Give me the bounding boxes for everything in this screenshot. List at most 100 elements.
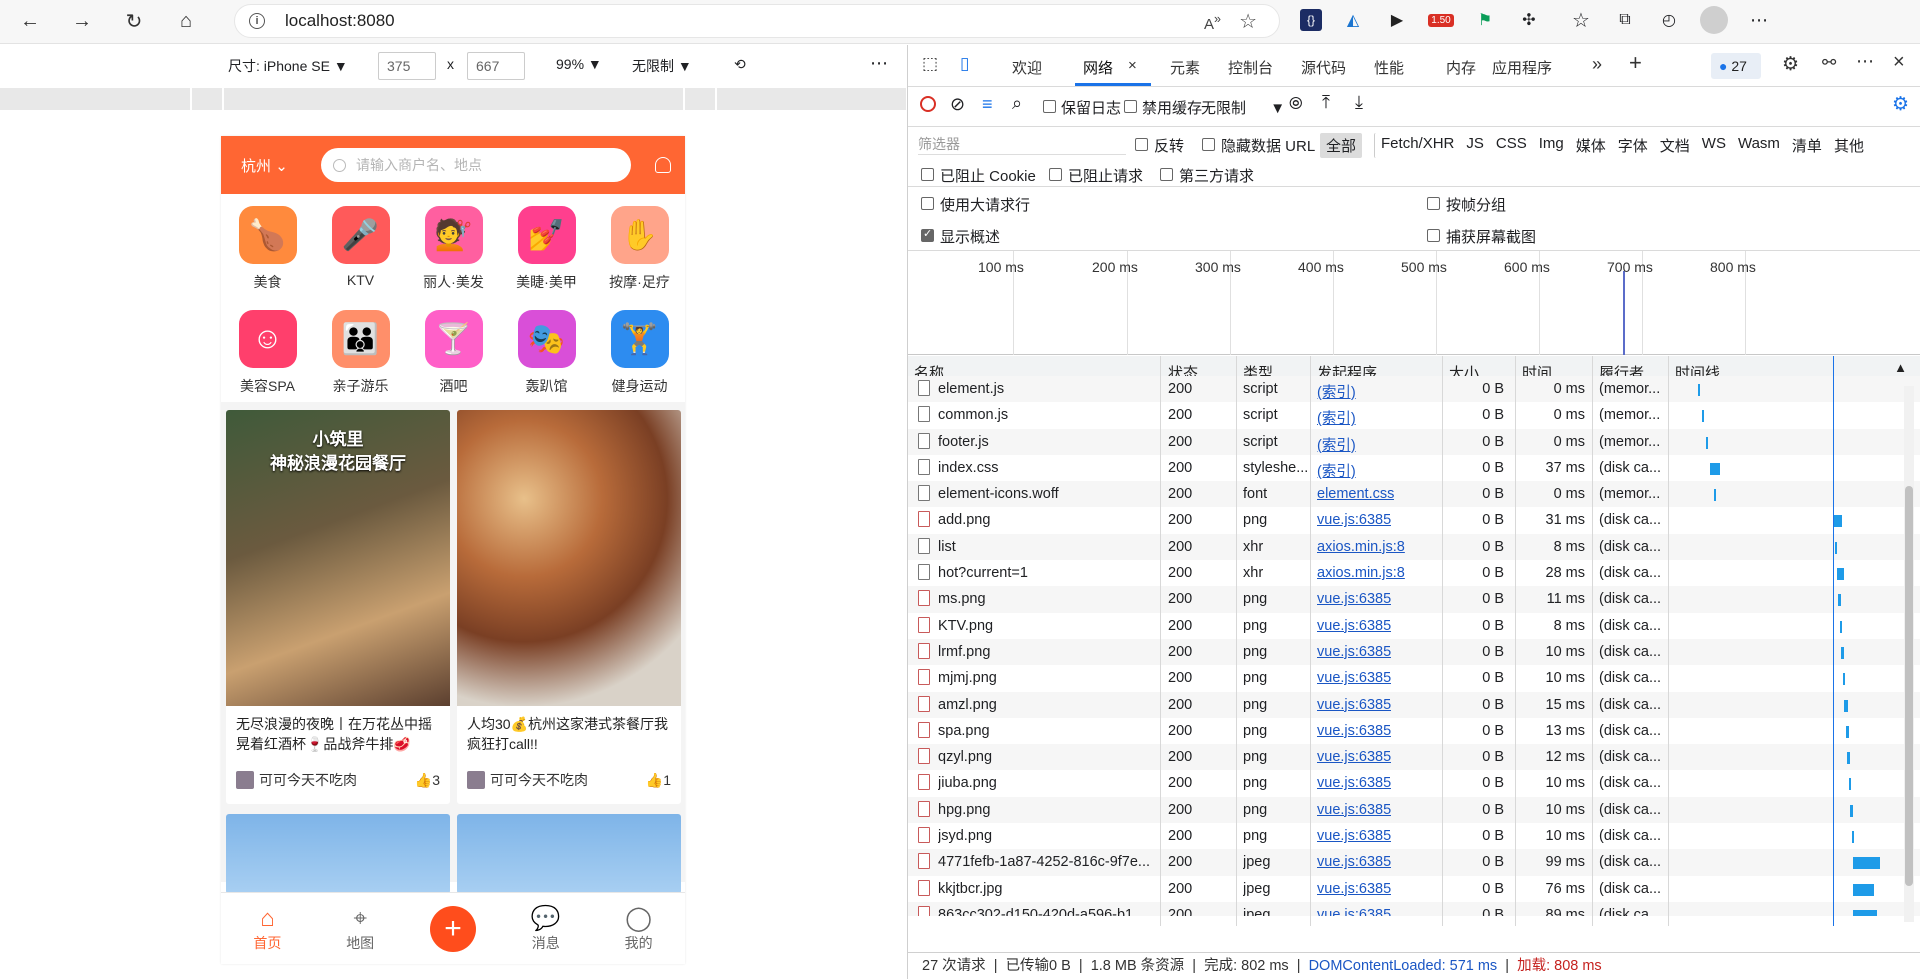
category-item[interactable]: 🎭 轰趴馆	[500, 304, 593, 408]
cell-initiator[interactable]: (索引)	[1317, 407, 1356, 428]
favorites-icon[interactable]: ☆	[1568, 7, 1594, 33]
preserve-log-checkbox[interactable]	[1043, 100, 1056, 113]
table-row[interactable]: amzl.png 200 png vue.js:6385 0 B 15 ms (disk c…	[908, 691, 1920, 718]
cell-initiator[interactable]: (索引)	[1317, 381, 1356, 402]
like-button[interactable]: 👍3	[415, 772, 440, 789]
extension-play-icon[interactable]: ▶	[1384, 7, 1410, 33]
table-row[interactable]: element-icons.woff 200 font element.css 0 B 0…	[908, 481, 1920, 508]
table-row[interactable]: 863cc302-d150-420d-a596-b1... 200 jpeg vue.…	[908, 901, 1920, 916]
width-input[interactable]: 375	[378, 52, 436, 80]
read-aloud-icon[interactable]: A»	[1204, 12, 1221, 33]
more-menu-icon[interactable]: ⋯	[1746, 7, 1772, 33]
close-icon[interactable]: ×	[1893, 51, 1905, 74]
network-overview[interactable]: 100 ms 200 ms 300 ms 400 ms 500 ms 600 ms 700 …	[908, 251, 1920, 355]
blog-card[interactable]: 人均30💰杭州这家港式茶餐厅我疯狂打call!! 可可今天不吃肉 👍1	[457, 410, 681, 804]
throttle-select[interactable]: 无限制 ▼	[632, 56, 692, 76]
table-row[interactable]: kkjtbcr.jpg 200 jpeg vue.js:6385 0 B 76 ms (di…	[908, 876, 1920, 902]
table-row[interactable]: lrmf.png 200 png vue.js:6385 0 B 10 ms (disk c…	[908, 638, 1920, 666]
address-bar[interactable]: i localhost:8080 A» ☆	[234, 4, 1280, 38]
cell-initiator[interactable]: (索引)	[1317, 434, 1356, 455]
export-har-icon[interactable]: ⤓	[1355, 92, 1363, 113]
category-item[interactable]: 🏋 健身运动	[593, 304, 685, 408]
third-party-checkbox[interactable]	[1160, 168, 1173, 181]
category-item[interactable]: 💇 丽人·美发	[407, 200, 500, 304]
tab-application[interactable]: 应用程序	[1492, 57, 1552, 78]
tab-map[interactable]: ⌖ 地图	[314, 893, 407, 964]
scrollbar-thumb[interactable]	[1905, 486, 1913, 886]
height-input[interactable]: 667	[467, 52, 525, 80]
cell-initiator[interactable]: axios.min.js:8	[1317, 565, 1405, 581]
extension-bracket-icon[interactable]: {}	[1300, 9, 1322, 31]
cell-initiator[interactable]: vue.js:6385	[1317, 854, 1391, 870]
cell-initiator[interactable]: vue.js:6385	[1317, 749, 1391, 765]
table-row[interactable]: KTV.png 200 png vue.js:6385 0 B 8 ms (disk ca.…	[908, 613, 1920, 639]
category-item[interactable]: 👪 亲子游乐	[314, 304, 407, 408]
cell-initiator[interactable]: vue.js:6385	[1317, 828, 1391, 844]
city-selector[interactable]: 杭州 ⌄	[241, 155, 321, 176]
clear-icon[interactable]: ⊘	[950, 94, 965, 115]
tab-elements[interactable]: 元素	[1170, 57, 1200, 78]
blocked-requests-checkbox[interactable]	[1049, 168, 1062, 181]
column-separator[interactable]	[1592, 356, 1593, 926]
like-button[interactable]: 👍1	[646, 772, 671, 789]
tab-add[interactable]: +	[407, 893, 500, 964]
table-row[interactable]: element.js 200 script (索引) 0 B 0 ms (memor...	[908, 376, 1920, 403]
table-row[interactable]: add.png 200 png vue.js:6385 0 B 31 ms (disk ca…	[908, 507, 1920, 533]
device-emulation-icon[interactable]: ▯	[960, 54, 969, 74]
more-tabs-icon[interactable]: »	[1592, 54, 1602, 75]
user-icon[interactable]	[655, 157, 671, 173]
profile-avatar[interactable]	[1700, 6, 1728, 34]
tab-messages[interactable]: 💬 消息	[499, 893, 592, 964]
wifi-settings-icon[interactable]: ⦾	[1289, 94, 1303, 114]
inspect-icon[interactable]: ⬚	[922, 54, 938, 74]
table-row[interactable]: 4771fefb-1a87-4252-816c-9f7e... 200 jpeg vu…	[908, 849, 1920, 876]
table-row[interactable]: qzyl.png 200 png vue.js:6385 0 B 12 ms (disk c…	[908, 744, 1920, 771]
forward-arrow-icon[interactable]: →	[64, 4, 100, 40]
sort-up-icon[interactable]: ▲	[1894, 360, 1907, 375]
filter-type-1[interactable]: Fetch/XHR	[1374, 133, 1460, 158]
cell-initiator[interactable]: axios.min.js:8	[1317, 539, 1405, 555]
filter-type-3[interactable]: CSS	[1490, 133, 1533, 158]
filter-type-2[interactable]: JS	[1460, 133, 1490, 158]
extension-cup-icon[interactable]: ◭	[1340, 7, 1366, 33]
cell-initiator[interactable]: vue.js:6385	[1317, 644, 1391, 660]
category-item[interactable]: 🎤 KTV	[314, 200, 407, 304]
filter-input[interactable]: 筛选器	[918, 133, 1126, 155]
extension-timer-icon[interactable]: 1.50	[1428, 7, 1454, 33]
reload-icon[interactable]: ↻	[116, 4, 152, 40]
capture-screenshots-checkbox[interactable]	[1427, 229, 1440, 242]
filter-type-9[interactable]: Wasm	[1732, 133, 1786, 158]
table-row[interactable]: footer.js 200 script (索引) 0 B 0 ms (memor...	[908, 428, 1920, 455]
tab-network[interactable]: 网络	[1083, 57, 1113, 78]
site-info-icon[interactable]: i	[249, 13, 265, 29]
tab-profile[interactable]: ◯ 我的	[592, 893, 685, 964]
cell-initiator[interactable]: vue.js:6385	[1317, 907, 1391, 916]
big-rows-checkbox[interactable]	[921, 197, 934, 210]
cell-initiator[interactable]: (索引)	[1317, 460, 1356, 481]
table-row[interactable]: spa.png 200 png vue.js:6385 0 B 13 ms (disk ca…	[908, 718, 1920, 744]
search-icon[interactable]: ⌕	[1012, 93, 1022, 114]
group-by-frame-checkbox[interactable]	[1427, 197, 1440, 210]
table-row[interactable]: hot?current=1 200 xhr axios.min.js:8 0 B 28 m…	[908, 560, 1920, 586]
add-favorite-icon[interactable]: ☆	[1239, 9, 1257, 34]
more-options-icon[interactable]: ⋯	[870, 53, 888, 74]
cell-initiator[interactable]: vue.js:6385	[1317, 802, 1391, 818]
invert-checkbox[interactable]	[1135, 138, 1148, 151]
filter-type-6[interactable]: 字体	[1612, 133, 1654, 158]
search-input[interactable]: 请输入商户名、地点	[321, 148, 631, 182]
category-item[interactable]: ☺ 美容SPA	[221, 304, 314, 408]
cell-initiator[interactable]: vue.js:6385	[1317, 881, 1391, 897]
tab-memory[interactable]: 内存	[1446, 57, 1476, 78]
category-item[interactable]: 💅 美睫·美甲	[500, 200, 593, 304]
home-icon[interactable]: ⌂	[168, 4, 204, 40]
gear-icon[interactable]: ⚙	[1782, 53, 1799, 76]
issues-badge[interactable]: ● 27	[1711, 53, 1761, 79]
column-separator[interactable]	[1236, 356, 1237, 926]
cell-initiator[interactable]: element.css	[1317, 486, 1394, 502]
tab-home[interactable]: ⌂ 首页	[221, 893, 314, 964]
back-arrow-icon[interactable]: ←	[12, 4, 48, 40]
cell-initiator[interactable]: vue.js:6385	[1317, 618, 1391, 634]
table-row[interactable]: jiuba.png 200 png vue.js:6385 0 B 10 ms (disk …	[908, 770, 1920, 796]
history-icon[interactable]: ◴	[1656, 7, 1682, 33]
extension-flag-icon[interactable]: ⚑	[1472, 7, 1498, 33]
